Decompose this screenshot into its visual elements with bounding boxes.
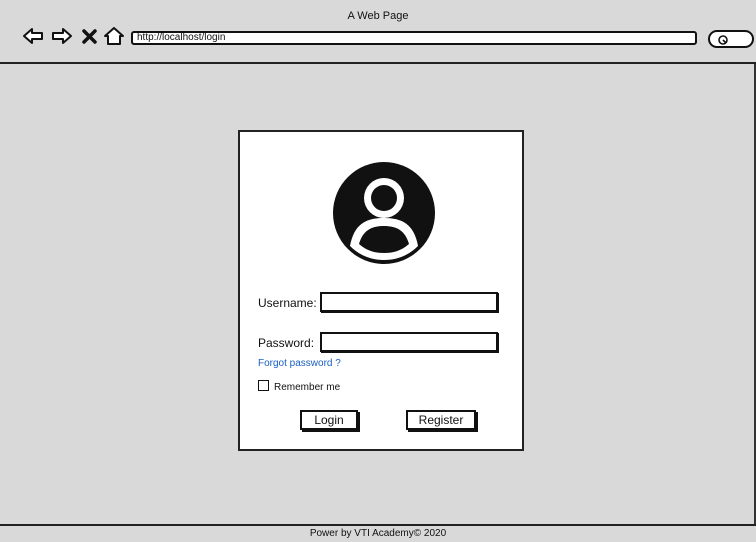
forgot-password-link[interactable]: Forgot password ?: [258, 358, 341, 369]
search-field[interactable]: [708, 30, 754, 48]
username-input[interactable]: [320, 292, 498, 312]
home-icon[interactable]: [103, 26, 125, 46]
back-arrow-icon[interactable]: [22, 26, 44, 46]
register-button[interactable]: Register: [406, 410, 476, 430]
forward-arrow-icon[interactable]: [51, 26, 73, 46]
password-label: Password:: [258, 336, 315, 350]
checkbox-icon[interactable]: [258, 380, 269, 391]
page-footer: Power by VTI Academy© 2020: [0, 524, 756, 542]
remember-me-label: Remember me: [274, 382, 341, 393]
close-icon[interactable]: [81, 26, 103, 46]
user-avatar-icon: [333, 162, 435, 264]
browser-window: A Web Page http://localhost/login Userna…: [0, 0, 756, 542]
address-bar[interactable]: http://localhost/login: [131, 31, 697, 45]
login-button[interactable]: Login: [300, 410, 358, 430]
window-title: A Web Page: [347, 10, 409, 22]
remember-me-checkbox[interactable]: Remember me: [258, 380, 340, 393]
login-card: Username: Password: Forgot password ? Re…: [238, 130, 524, 451]
search-icon: [718, 35, 728, 45]
password-input[interactable]: [320, 332, 498, 352]
username-label: Username:: [258, 296, 317, 310]
browser-toolbar: A Web Page http://localhost/login: [0, 0, 756, 64]
